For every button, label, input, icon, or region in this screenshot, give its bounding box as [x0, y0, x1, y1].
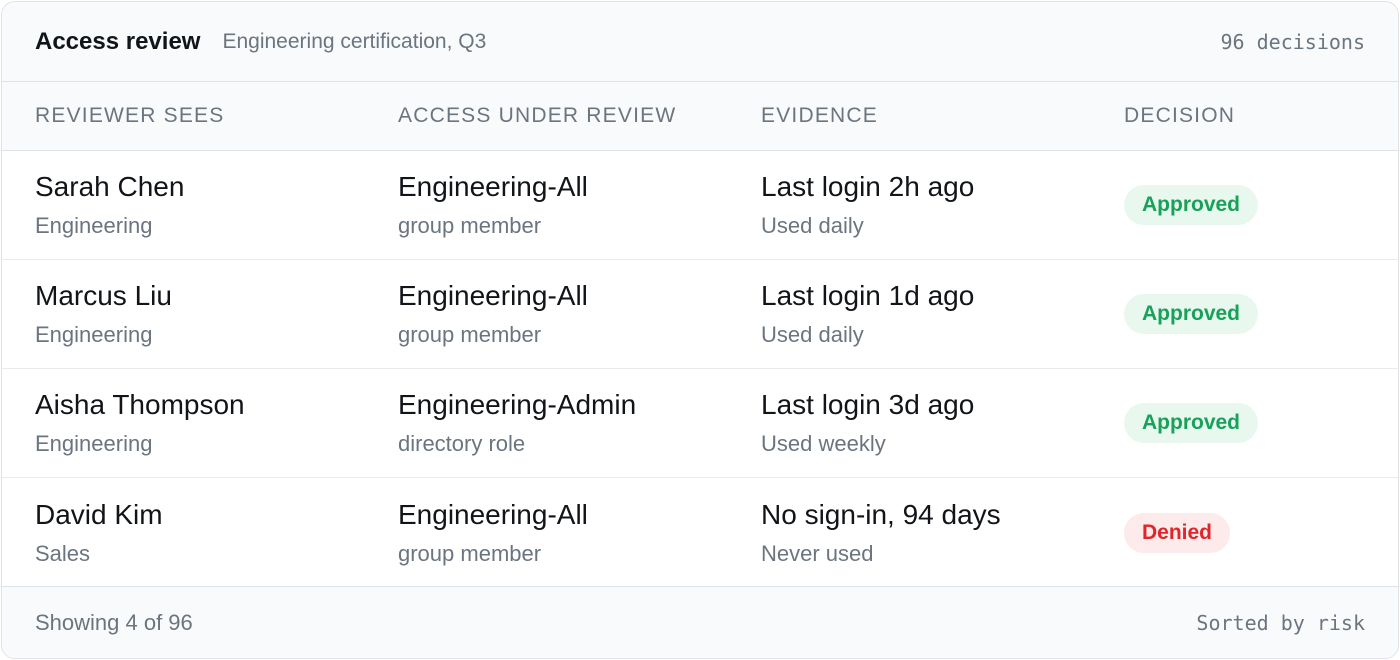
column-header-evidence: EVIDENCE: [761, 104, 878, 127]
evidence-cell: Last login 2h ago Used daily: [761, 170, 1124, 240]
access-cell: Engineering-Admin directory role: [398, 388, 761, 458]
reviewer-department: Engineering: [35, 213, 153, 238]
table-header: REVIEWER SEES ACCESS UNDER REVIEW EVIDEN…: [2, 82, 1398, 151]
evidence-cell: Last login 3d ago Used weekly: [761, 388, 1124, 458]
table-body: Sarah Chen Engineering Engineering-All g…: [2, 151, 1398, 587]
access-name: Engineering-All: [398, 498, 588, 530]
reviewer-name: David Kim: [35, 498, 163, 530]
access-cell: Engineering-All group member: [398, 279, 761, 349]
access-name: Engineering-All: [398, 171, 588, 202]
access-type: group member: [398, 322, 542, 347]
column-header-access: ACCESS UNDER REVIEW: [398, 104, 677, 127]
access-name: Engineering-All: [398, 280, 588, 311]
reviewer-department: Engineering: [35, 431, 153, 456]
table-row[interactable]: David Kim Sales Engineering-All group me…: [2, 478, 1398, 587]
evidence-usage: Used weekly: [761, 431, 886, 456]
table-row[interactable]: Marcus Liu Engineering Engineering-All g…: [2, 260, 1398, 369]
table-row[interactable]: Aisha Thompson Engineering Engineering-A…: [2, 369, 1398, 478]
evidence-last-login: Last login 1d ago: [761, 280, 975, 311]
decision-cell: Approved: [1124, 294, 1364, 334]
column-header-reviewer: REVIEWER SEES: [35, 104, 225, 127]
access-review-card: Access review Engineering certification,…: [1, 1, 1399, 659]
reviewer-department: Sales: [35, 540, 91, 566]
evidence-usage: Never used: [761, 540, 874, 566]
reviewer-cell: Aisha Thompson Engineering: [35, 388, 398, 458]
pagination-summary: Showing 4 of 96: [35, 609, 193, 635]
card-footer: Showing 4 of 96 Sorted by risk: [2, 586, 1398, 658]
reviewer-name: Sarah Chen: [35, 171, 185, 202]
card-header: Access review Engineering certification,…: [2, 2, 1398, 82]
page-title: Access review: [35, 27, 201, 55]
sort-indicator[interactable]: Sorted by risk: [1196, 611, 1365, 635]
evidence-last-login: No sign-in, 94 days: [761, 498, 1001, 530]
access-type: directory role: [398, 431, 526, 456]
decision-cell: Approved: [1124, 185, 1364, 225]
evidence-last-login: Last login 2h ago: [761, 171, 975, 202]
evidence-cell: No sign-in, 94 days Never used: [761, 498, 1124, 568]
reviewer-cell: David Kim Sales: [35, 498, 398, 568]
status-badge[interactable]: Approved: [1124, 185, 1259, 225]
evidence-cell: Last login 1d ago Used daily: [761, 279, 1124, 349]
table-row[interactable]: Sarah Chen Engineering Engineering-All g…: [2, 151, 1398, 260]
access-cell: Engineering-All group member: [398, 170, 761, 240]
column-header-decision: DECISION: [1124, 104, 1236, 127]
reviewer-name: Marcus Liu: [35, 280, 172, 311]
reviewer-department: Engineering: [35, 322, 153, 347]
access-type: group member: [398, 213, 542, 238]
status-badge[interactable]: Approved: [1124, 403, 1259, 443]
page-subtitle: Engineering certification, Q3: [222, 29, 487, 53]
decision-count: 96 decisions: [1220, 29, 1366, 54]
decision-cell: Denied: [1124, 512, 1364, 553]
evidence-last-login: Last login 3d ago: [761, 389, 975, 420]
evidence-usage: Used daily: [761, 322, 864, 347]
reviewer-cell: Sarah Chen Engineering: [35, 170, 398, 240]
reviewer-cell: Marcus Liu Engineering: [35, 279, 398, 349]
access-cell: Engineering-All group member: [398, 498, 761, 568]
access-name: Engineering-Admin: [398, 389, 637, 420]
decision-cell: Approved: [1124, 403, 1364, 443]
status-badge[interactable]: Approved: [1124, 294, 1259, 334]
evidence-usage: Used daily: [761, 213, 864, 238]
status-badge[interactable]: Denied: [1124, 512, 1231, 553]
access-type: group member: [398, 540, 542, 566]
reviewer-name: Aisha Thompson: [35, 389, 245, 420]
